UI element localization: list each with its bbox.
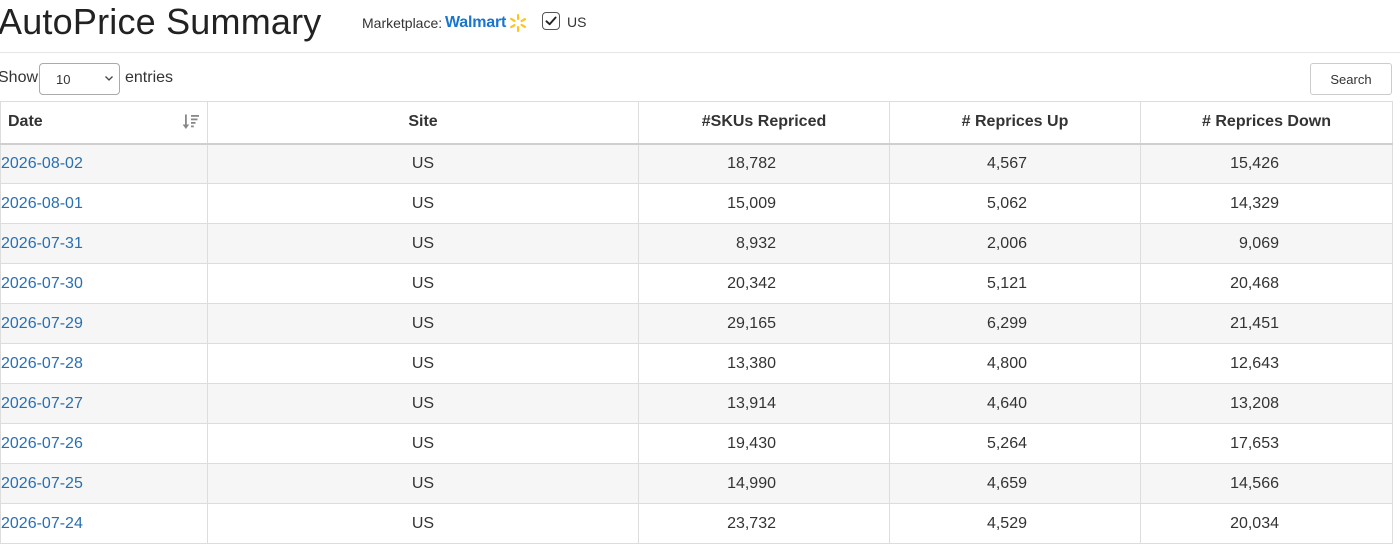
autoprice-summary-table: Date Site #SKUs Repriced # Reprices Up #… (0, 101, 1393, 544)
reprices-up-cell: 4,640 (986, 394, 1027, 412)
site-cell: US (207, 503, 639, 544)
reprices-down-cell: 20,034 (1230, 514, 1279, 532)
table-row: 2026-07-26 US 19,430 5,264 17,653 (0, 423, 1393, 464)
column-header-reprices-down[interactable]: # Reprices Down (1140, 101, 1393, 145)
reprices-down-cell: 13,208 (1230, 394, 1279, 412)
checkmark-icon (545, 16, 557, 26)
reprices-down-cell: 14,329 (1230, 194, 1279, 212)
autoprice-summary-page: AutoPrice Summary Marketplace: Walmart U… (0, 0, 1400, 549)
region-us-checkbox[interactable] (542, 12, 560, 30)
site-cell: US (207, 263, 639, 304)
reprices-down-cell: 21,451 (1230, 314, 1279, 332)
table-row: 2026-07-24 US 23,732 4,529 20,034 (0, 503, 1393, 544)
site-cell: US (207, 223, 639, 264)
date-link[interactable]: 2026-07-31 (1, 235, 83, 252)
date-link[interactable]: 2026-07-26 (1, 435, 83, 452)
page-header: AutoPrice Summary Marketplace: Walmart U… (0, 0, 1400, 53)
column-header-skus-repriced[interactable]: #SKUs Repriced (638, 101, 890, 145)
column-header-date[interactable]: Date (0, 101, 208, 145)
region-us-label: US (567, 14, 587, 30)
site-cell: US (207, 423, 639, 464)
reprices-down-cell: 17,653 (1230, 434, 1279, 452)
reprices-down-cell: 12,643 (1230, 354, 1279, 372)
walmart-spark-icon (510, 14, 527, 32)
table-row: 2026-08-02 US 18,782 4,567 15,426 (0, 143, 1393, 184)
site-cell: US (207, 383, 639, 424)
date-link[interactable]: 2026-08-02 (1, 155, 83, 172)
date-link[interactable]: 2026-07-29 (1, 315, 83, 332)
skus-repriced-cell: 13,914 (727, 394, 776, 412)
table-row: 2026-07-29 US 29,165 6,299 21,451 (0, 303, 1393, 344)
reprices-down-cell: 9,069 (1238, 234, 1279, 252)
reprices-down-cell: 15,426 (1230, 154, 1279, 172)
marketplace-label: Marketplace: (362, 15, 443, 31)
table-row: 2026-07-30 US 20,342 5,121 20,468 (0, 263, 1393, 304)
date-link[interactable]: 2026-07-24 (1, 515, 83, 532)
table-row: 2026-07-28 US 13,380 4,800 12,643 (0, 343, 1393, 384)
table-header-row: Date Site #SKUs Repriced # Reprices Up #… (0, 101, 1393, 145)
skus-repriced-cell: 18,782 (727, 154, 776, 172)
reprices-up-cell: 5,062 (986, 194, 1027, 212)
entries-label: entries (125, 69, 174, 86)
column-header-reprices-up[interactable]: # Reprices Up (889, 101, 1141, 145)
reprices-down-cell: 14,566 (1230, 474, 1279, 492)
column-header-site[interactable]: Site (207, 101, 639, 145)
skus-repriced-cell: 29,165 (727, 314, 776, 332)
reprices-up-cell: 4,567 (986, 154, 1027, 172)
chevron-down-icon (105, 76, 113, 81)
walmart-logo: Walmart (445, 10, 528, 36)
date-link[interactable]: 2026-07-27 (1, 395, 83, 412)
reprices-up-cell: 5,264 (986, 434, 1027, 452)
table-row: 2026-07-31 US 8,932 2,006 9,069 (0, 223, 1393, 264)
skus-repriced-cell: 14,990 (727, 474, 776, 492)
skus-repriced-cell: 15,009 (727, 194, 776, 212)
date-link[interactable]: 2026-07-25 (1, 475, 83, 492)
reprices-up-cell: 5,121 (986, 274, 1027, 292)
date-link[interactable]: 2026-08-01 (1, 195, 83, 212)
site-cell: US (207, 183, 639, 224)
skus-repriced-cell: 8,932 (735, 234, 776, 252)
reprices-up-cell: 2,006 (986, 234, 1027, 252)
date-link[interactable]: 2026-07-28 (1, 355, 83, 372)
date-link[interactable]: 2026-07-30 (1, 275, 83, 292)
column-header-label: Date (8, 113, 43, 131)
site-cell: US (207, 143, 639, 184)
sort-descending-icon[interactable] (182, 113, 200, 131)
walmart-logo-text: Walmart (445, 14, 507, 31)
page-size-select[interactable]: 10 (39, 63, 120, 95)
page-size-value: 10 (56, 71, 71, 87)
show-label: Show (0, 69, 39, 86)
page-title: AutoPrice Summary (0, 1, 322, 42)
site-cell: US (207, 343, 639, 384)
search-button[interactable]: Search (1310, 63, 1392, 95)
skus-repriced-cell: 23,732 (727, 514, 776, 532)
table-row: 2026-07-27 US 13,914 4,640 13,208 (0, 383, 1393, 424)
table-row: 2026-07-25 US 14,990 4,659 14,566 (0, 463, 1393, 504)
table-row: 2026-08-01 US 15,009 5,062 14,329 (0, 183, 1393, 224)
reprices-up-cell: 4,659 (986, 474, 1027, 492)
reprices-down-cell: 20,468 (1230, 274, 1279, 292)
site-cell: US (207, 463, 639, 504)
site-cell: US (207, 303, 639, 344)
reprices-up-cell: 4,800 (986, 354, 1027, 372)
reprices-up-cell: 4,529 (986, 514, 1027, 532)
skus-repriced-cell: 19,430 (727, 434, 776, 452)
skus-repriced-cell: 13,380 (727, 354, 776, 372)
skus-repriced-cell: 20,342 (727, 274, 776, 292)
reprices-up-cell: 6,299 (986, 314, 1027, 332)
